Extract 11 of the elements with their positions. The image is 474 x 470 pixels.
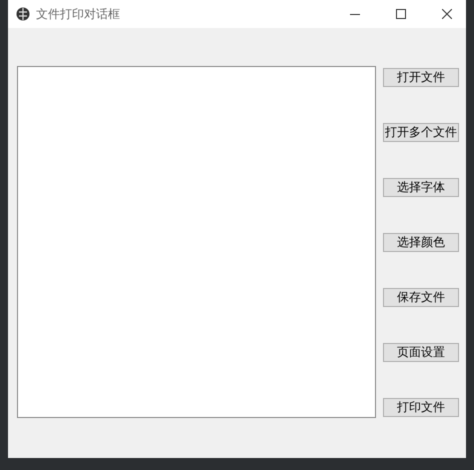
- dialog-button[interactable]: 保存文件: [383, 288, 459, 307]
- maximize-icon[interactable]: [396, 9, 406, 19]
- window-title: 文件打印对话框: [36, 6, 120, 22]
- dialog-button[interactable]: 选择颜色: [383, 233, 459, 252]
- dialog-button[interactable]: 选择字体: [383, 178, 459, 197]
- dialog-button[interactable]: 页面设置: [383, 343, 459, 362]
- dialog-button[interactable]: 打开文件: [383, 68, 459, 87]
- globe-icon: [16, 7, 30, 21]
- dialog-button[interactable]: 打开多个文件: [383, 123, 459, 142]
- close-icon[interactable]: [442, 9, 452, 19]
- dialog-button[interactable]: 打印文件: [383, 398, 459, 417]
